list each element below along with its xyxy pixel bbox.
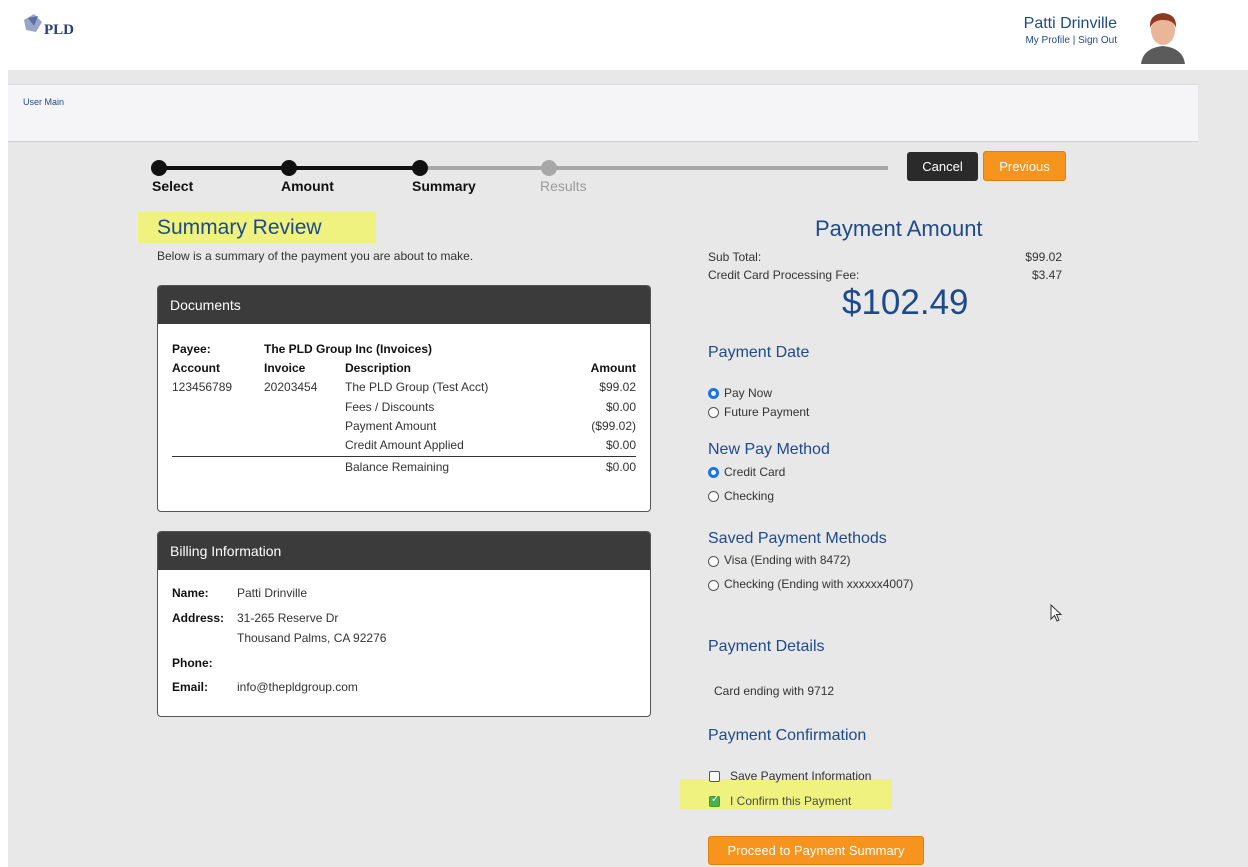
billing-panel: Billing Information Name: Patti Drinvill… [157, 531, 651, 717]
user-name: Patti Drinville [1023, 15, 1117, 32]
top-header: PLD Patti Drinville My Profile | Sign Ou… [0, 0, 1248, 70]
payment-amount-title: Payment Amount [815, 216, 983, 241]
documents-panel: Documents Payee: The PLD Group Inc (Invo… [157, 285, 651, 512]
step-label-results: Results [540, 178, 587, 194]
subtotal-value: $99.02 [1025, 250, 1062, 264]
my-profile-link[interactable]: My Profile [1025, 35, 1069, 46]
mouse-cursor-icon [1050, 604, 1063, 622]
email-label: Email: [172, 680, 209, 694]
cancel-button[interactable]: Cancel [907, 152, 978, 181]
page-subtitle: Below is a summary of the payment you ar… [157, 249, 474, 263]
row-amount: $0.00 [605, 438, 636, 452]
breadcrumb-user-main[interactable]: User Main [23, 97, 64, 107]
link-separator: | [1072, 35, 1076, 46]
checking-radio[interactable] [708, 491, 719, 502]
step-dot-amount [281, 160, 297, 176]
column-header-description: Description [345, 361, 412, 375]
documents-heading: Documents [158, 286, 650, 324]
stepper-progress-remaining [422, 166, 888, 170]
invoice-number: 20203454 [264, 380, 318, 394]
row-amount: ($99.02) [591, 419, 636, 433]
column-header-account: Account [172, 361, 220, 375]
name-label: Name: [172, 586, 209, 600]
confirm-payment-label[interactable]: I Confirm this Payment [730, 794, 851, 808]
avatar[interactable] [1137, 8, 1189, 64]
new-pay-method-title: New Pay Method [708, 441, 830, 458]
payment-confirmation-title: Payment Confirmation [708, 727, 867, 744]
confirm-payment-checkbox[interactable] [709, 794, 720, 807]
row-amount: $99.02 [599, 380, 636, 394]
saved-methods-title: Saved Payment Methods [708, 530, 887, 547]
saved-visa-label[interactable]: Visa (Ending with 8472) [724, 553, 851, 567]
payee-value: The PLD Group Inc (Invoices) [264, 342, 433, 356]
subtotal-label: Sub Total: [708, 250, 762, 264]
column-header-amount: Amount [590, 361, 636, 375]
fee-value: $3.47 [1031, 268, 1062, 282]
billing-heading: Billing Information [158, 532, 650, 570]
billing-email: info@thepldgroup.com [237, 680, 358, 694]
account-number: 123456789 [172, 380, 233, 394]
row-description: Credit Amount Applied [345, 438, 464, 452]
step-label-summary: Summary [412, 178, 476, 194]
logo-text: PLD [44, 22, 74, 38]
address-line-1: 31-265 Reserve Dr [237, 611, 339, 625]
sign-out-link[interactable]: Sign Out [1078, 35, 1117, 46]
row-amount: $0.00 [605, 400, 636, 414]
step-dot-summary [412, 160, 428, 176]
saved-visa-radio[interactable] [708, 556, 719, 567]
step-dot-results [541, 160, 557, 176]
future-payment-radio[interactable] [708, 407, 719, 418]
column-header-invoice: Invoice [264, 361, 306, 375]
step-label-amount: Amount [281, 178, 334, 194]
pld-group-logo[interactable]: PLD [20, 10, 110, 46]
previous-button[interactable]: Previous [983, 151, 1066, 181]
row-description: Payment Amount [345, 419, 437, 433]
pay-now-radio[interactable] [708, 388, 719, 399]
save-payment-checkbox[interactable] [709, 771, 720, 782]
future-payment-label[interactable]: Future Payment [724, 405, 809, 419]
billing-name: Patti Drinville [237, 586, 308, 600]
pay-now-label[interactable]: Pay Now [724, 386, 772, 400]
address-label: Address: [172, 611, 225, 625]
row-description: Fees / Discounts [345, 400, 435, 414]
row-description: The PLD Group (Test Acct) [345, 380, 489, 394]
phone-label: Phone: [172, 656, 213, 670]
total-amount: $102.49 [842, 283, 969, 322]
step-label-select: Select [152, 178, 194, 194]
checking-label[interactable]: Checking [724, 489, 774, 503]
balance-label: Balance Remaining [345, 460, 450, 474]
user-links: My Profile | Sign Out [1025, 35, 1117, 46]
credit-card-radio[interactable] [708, 467, 719, 478]
payee-label: Payee: [172, 342, 211, 356]
proceed-button[interactable]: Proceed to Payment Summary [708, 836, 924, 865]
balance-amount: $0.00 [605, 460, 636, 474]
payment-details-title: Payment Details [708, 638, 825, 655]
page-title: Summary Review [157, 216, 322, 239]
saved-checking-radio[interactable] [708, 580, 719, 591]
save-payment-label[interactable]: Save Payment Information [730, 769, 871, 783]
address-line-2: Thousand Palms, CA 92276 [237, 631, 387, 645]
step-dot-select [151, 160, 167, 176]
credit-card-label[interactable]: Credit Card [724, 465, 785, 479]
totals-divider [172, 456, 636, 457]
card-ending-text: Card ending with 9712 [714, 684, 835, 698]
payment-date-title: Payment Date [708, 344, 810, 361]
saved-checking-label[interactable]: Checking (Ending with xxxxxx4007) [724, 577, 913, 591]
breadcrumb: User Main [8, 84, 1198, 142]
fee-label: Credit Card Processing Fee: [708, 268, 860, 282]
